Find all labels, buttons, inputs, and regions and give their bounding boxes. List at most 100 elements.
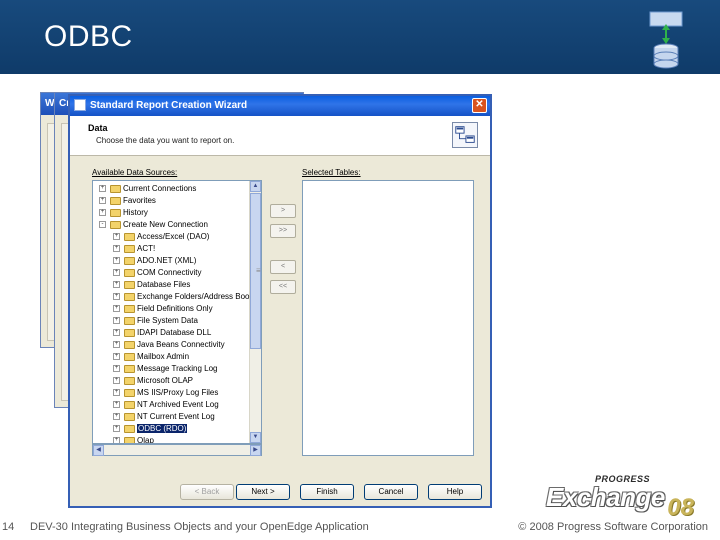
tree-item[interactable]: + Current Connections (99, 183, 196, 195)
selected-tables-label: Selected Tables: (302, 168, 361, 177)
dialog-titlebar[interactable]: Standard Report Creation Wizard ✕ (70, 96, 490, 116)
tree-item[interactable]: + ODBC (RDO) (113, 423, 188, 435)
tree-item[interactable]: + Favorites (99, 195, 156, 207)
expand-toggle-icon[interactable]: + (113, 293, 120, 301)
remove-all-button[interactable]: << (270, 280, 296, 294)
page-number: 14 (2, 521, 15, 533)
scroll-up-button[interactable]: ▲ (250, 181, 261, 192)
scroll-right-button[interactable]: ▶ (250, 445, 261, 456)
cancel-button[interactable]: Cancel (364, 484, 418, 500)
available-sources-tree[interactable]: ▲ ▼ + Current Connections + Favorites + Histo… (92, 180, 262, 444)
data-wizard-icon (452, 122, 478, 148)
expand-toggle-icon[interactable]: + (99, 185, 106, 193)
expand-toggle-icon[interactable]: + (113, 389, 120, 397)
tree-item[interactable]: + Message Tracking Log (113, 363, 218, 375)
tree-item[interactable]: + Olap (113, 435, 154, 443)
available-sources-label: Available Data Sources: (92, 168, 178, 177)
expand-toggle-icon[interactable]: + (113, 269, 120, 277)
folder-icon (124, 400, 135, 409)
tree-item[interactable]: + Microsoft OLAP (113, 375, 193, 387)
tree-item-label: MS IIS/Proxy Log Files (137, 388, 219, 397)
database-connection-icon (649, 11, 683, 69)
expand-toggle-icon[interactable]: + (99, 209, 106, 217)
next-button[interactable]: Next > (236, 484, 290, 500)
section-subtitle: Choose the data you want to report on. (96, 136, 235, 145)
folder-icon (124, 304, 135, 313)
expand-toggle-icon[interactable]: + (113, 305, 120, 313)
wizard-step-header: Data Choose the data you want to report … (70, 116, 490, 156)
folder-icon (124, 376, 135, 385)
expand-toggle-icon[interactable]: + (113, 365, 120, 373)
tree-item-label: File System Data (137, 316, 198, 325)
tree-item[interactable]: + ACT! (113, 243, 155, 255)
tree-item[interactable]: + Access/Excel (DAO) (113, 231, 209, 243)
folder-icon (124, 340, 135, 349)
expand-toggle-icon[interactable]: + (113, 245, 120, 253)
tree-item[interactable]: + Field Definitions Only (113, 303, 213, 315)
close-button[interactable]: ✕ (472, 98, 487, 113)
tree-item-label: Java Beans Connectivity (137, 340, 225, 349)
tree-item[interactable]: + COM Connectivity (113, 267, 201, 279)
tree-item[interactable]: + File System Data (113, 315, 198, 327)
folder-icon (124, 232, 135, 241)
tree-item[interactable]: + IDAPI Database DLL (113, 327, 211, 339)
tree-item[interactable]: - Create New Connection (99, 219, 208, 231)
add-button[interactable]: > (270, 204, 296, 218)
help-button[interactable]: Help (428, 484, 482, 500)
folder-icon (124, 364, 135, 373)
tree-horizontal-scrollbar[interactable]: ◀ ▶ (92, 444, 262, 456)
expand-toggle-icon[interactable]: + (113, 341, 120, 349)
tree-item-label: ODBC (RDO) (137, 424, 188, 433)
folder-icon (110, 184, 121, 193)
tree-item[interactable]: + History (99, 207, 148, 219)
tree-item[interactable]: + NT Current Event Log (113, 411, 215, 423)
expand-toggle-icon[interactable]: + (113, 329, 120, 337)
tree-item-label: IDAPI Database DLL (137, 328, 212, 337)
expand-toggle-icon[interactable]: + (113, 353, 120, 361)
tree-item[interactable]: + Mailbox Admin (113, 351, 189, 363)
tree-item-label: Exchange Folders/Address Boo (137, 292, 250, 301)
finish-button[interactable]: Finish (300, 484, 354, 500)
tree-item-label: COM Connectivity (137, 268, 202, 277)
back-button[interactable]: < Back (180, 484, 234, 500)
tree-item[interactable]: + MS IIS/Proxy Log Files (113, 387, 218, 399)
remove-button[interactable]: < (270, 260, 296, 274)
add-all-button[interactable]: >> (270, 224, 296, 238)
pane-splitter-icon[interactable]: ≡ (256, 266, 261, 275)
app-icon (74, 99, 86, 111)
expand-toggle-icon[interactable]: + (113, 317, 120, 325)
tree-item[interactable]: + Java Beans Connectivity (113, 339, 225, 351)
expand-toggle-icon[interactable]: + (113, 281, 120, 289)
tree-item[interactable]: + Database Files (113, 279, 190, 291)
tree-item-label: NT Archived Event Log (137, 400, 219, 409)
tree-item-label: Field Definitions Only (137, 304, 213, 313)
tree-vertical-scrollbar[interactable]: ▲ ▼ (249, 181, 261, 443)
tree-item[interactable]: + Exchange Folders/Address Boo (113, 291, 250, 303)
footer-copyright: © 2008 Progress Software Corporation (518, 521, 708, 533)
scroll-left-button[interactable]: ◀ (93, 445, 104, 456)
folder-icon (110, 208, 121, 217)
tree-item-label: ACT! (137, 244, 156, 253)
expand-toggle-icon[interactable]: - (99, 221, 106, 229)
folder-icon (124, 316, 135, 325)
tree-item-label: Database Files (137, 280, 191, 289)
expand-toggle-icon[interactable]: + (113, 413, 120, 421)
selected-tables-list[interactable] (302, 180, 474, 456)
expand-toggle-icon[interactable]: + (99, 197, 106, 205)
scroll-down-button[interactable]: ▼ (250, 432, 261, 443)
tree-item[interactable]: + NT Archived Event Log (113, 399, 219, 411)
folder-icon (124, 328, 135, 337)
expand-toggle-icon[interactable]: + (113, 257, 120, 265)
folder-icon (124, 352, 135, 361)
expand-toggle-icon[interactable]: + (113, 437, 120, 443)
expand-toggle-icon[interactable]: + (113, 401, 120, 409)
section-title: Data (88, 123, 108, 133)
tree-item-label: Mailbox Admin (137, 352, 190, 361)
expand-toggle-icon[interactable]: + (113, 233, 120, 241)
folder-icon (124, 256, 135, 265)
expand-toggle-icon[interactable]: + (113, 425, 120, 433)
expand-toggle-icon[interactable]: + (113, 377, 120, 385)
tree-item-label: Microsoft OLAP (137, 376, 194, 385)
logo-year: 08 (667, 494, 694, 521)
tree-item[interactable]: + ADO.NET (XML) (113, 255, 196, 267)
